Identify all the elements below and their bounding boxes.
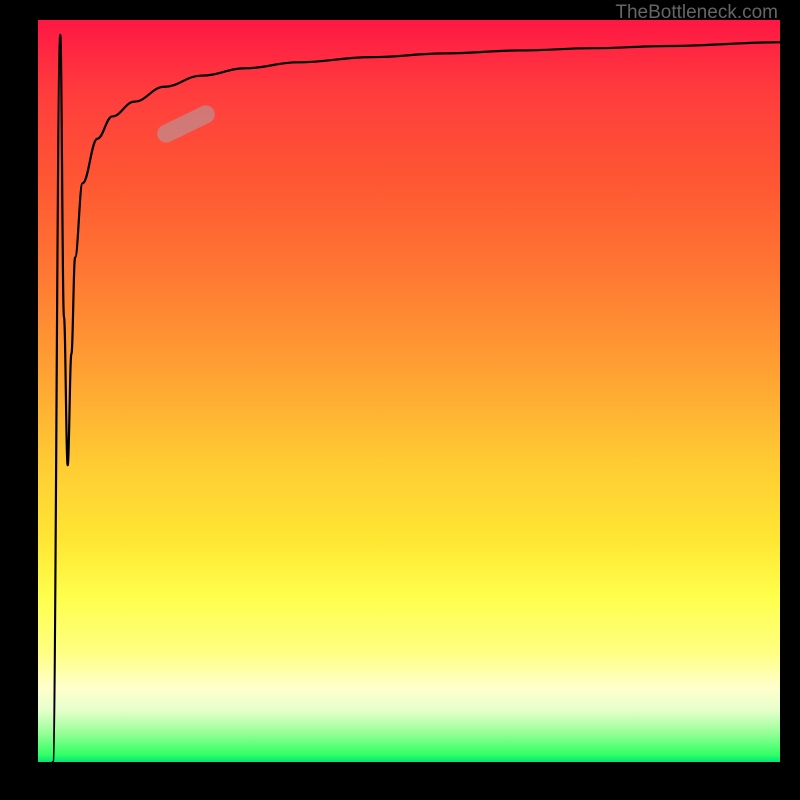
chart-frame-bottom — [0, 762, 800, 800]
chart-frame-left — [0, 0, 38, 800]
watermark-text: TheBottleneck.com — [615, 2, 778, 24]
chart-plot-area — [38, 20, 780, 762]
bottleneck-curve — [38, 20, 780, 762]
chart-frame-right — [780, 0, 800, 800]
